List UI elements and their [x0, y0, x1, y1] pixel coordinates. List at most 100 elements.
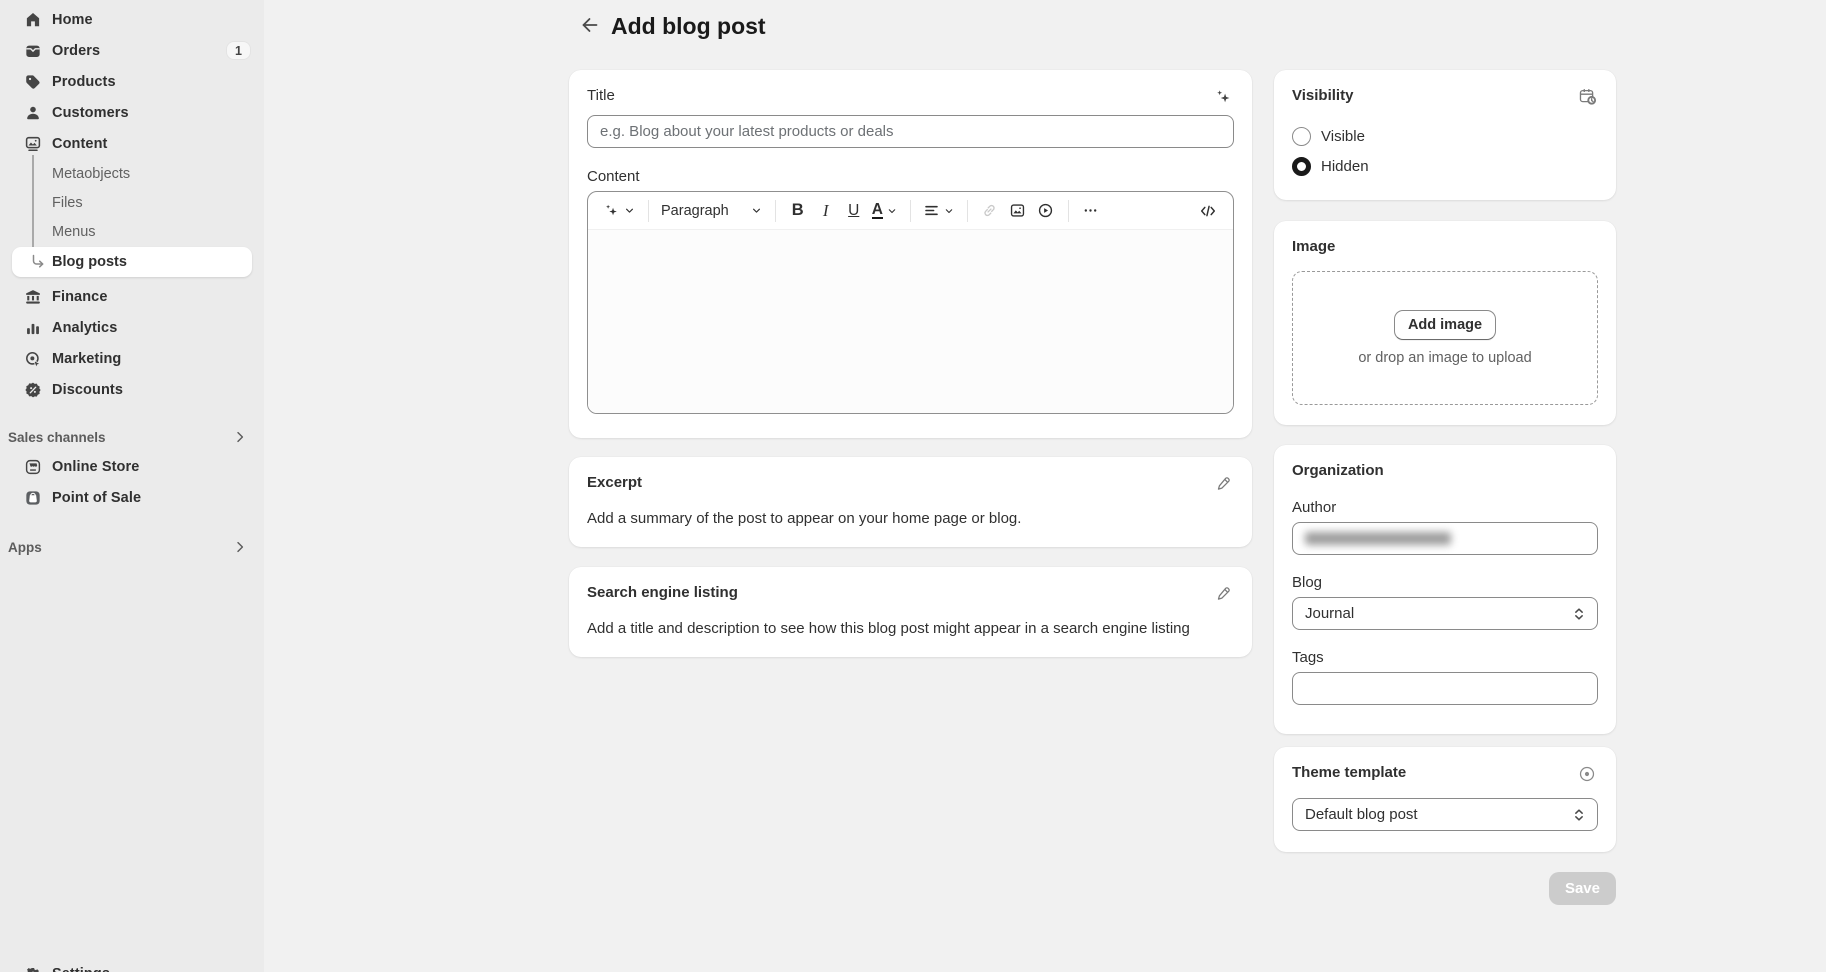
- text-color-button[interactable]: A: [869, 197, 901, 225]
- sales-channels-header[interactable]: Sales channels: [0, 423, 264, 451]
- bold-button[interactable]: B: [785, 197, 811, 225]
- alignment-button[interactable]: [920, 197, 958, 225]
- author-field: Author: [1292, 499, 1598, 555]
- sidebar-item-customers[interactable]: Customers: [0, 97, 264, 128]
- schedule-visibility-button[interactable]: [1576, 87, 1598, 109]
- insert-image-button[interactable]: [1005, 197, 1031, 225]
- radio-checked[interactable]: [1292, 157, 1311, 176]
- sidebar-item-label: Home: [52, 12, 93, 28]
- sidebar-item-discounts[interactable]: Discounts: [0, 374, 264, 405]
- sidebar-item-home[interactable]: Home: [0, 4, 264, 35]
- content-media-icon: [24, 135, 42, 153]
- blog-select[interactable]: Journal: [1292, 597, 1598, 630]
- edit-seo-button[interactable]: [1212, 584, 1234, 606]
- insert-link-button[interactable]: [977, 197, 1003, 225]
- ai-sparkle-icon: [1214, 88, 1232, 109]
- ai-sparkle-icon: [603, 202, 620, 219]
- pencil-icon: [1215, 585, 1232, 605]
- sidebar-item-online-store[interactable]: Online Store: [0, 451, 264, 482]
- paragraph-style-dropdown[interactable]: Paragraph: [658, 197, 766, 225]
- sidebar-item-finance[interactable]: Finance: [0, 281, 264, 312]
- settings-row: Settings: [0, 958, 264, 972]
- italic-button[interactable]: I: [813, 197, 839, 225]
- apps-header[interactable]: Apps: [0, 533, 264, 561]
- visibility-option-visible[interactable]: Visible: [1292, 127, 1598, 146]
- save-button[interactable]: Save: [1549, 872, 1616, 905]
- page-header: Add blog post: [576, 12, 766, 40]
- blog-label: Blog: [1292, 574, 1598, 591]
- sidebar-item-content[interactable]: Content: [0, 128, 264, 159]
- image-card: Image Add image or drop an image to uplo…: [1274, 221, 1616, 425]
- excerpt-description: Add a summary of the post to appear on y…: [587, 509, 1234, 528]
- elbow-arrow-icon: [30, 254, 46, 270]
- ai-assist-button[interactable]: [600, 197, 639, 225]
- customers-icon: [24, 104, 42, 122]
- products-tag-icon: [24, 73, 42, 91]
- title-label: Title: [587, 87, 615, 104]
- sidebar-item-label: Finance: [52, 289, 108, 305]
- tags-label: Tags: [1292, 649, 1598, 666]
- ai-generate-button[interactable]: [1212, 87, 1234, 109]
- calendar-clock-icon: [1578, 87, 1597, 109]
- more-options-button[interactable]: [1078, 197, 1104, 225]
- author-input[interactable]: [1292, 522, 1598, 555]
- finance-bank-icon: [24, 288, 42, 306]
- visibility-options: Visible Hidden: [1292, 127, 1598, 176]
- edit-excerpt-button[interactable]: [1212, 474, 1234, 496]
- preview-template-button[interactable]: [1576, 764, 1598, 786]
- tags-input[interactable]: [1292, 672, 1598, 705]
- back-button[interactable]: [576, 12, 604, 40]
- content-label: Content: [587, 168, 1234, 185]
- discounts-percent-icon: [24, 381, 42, 399]
- visibility-option-hidden[interactable]: Hidden: [1292, 157, 1598, 176]
- shopify-admin-add-blog-post: Home Orders 1 Products Customers: [0, 0, 1826, 972]
- show-html-button[interactable]: [1195, 197, 1221, 225]
- chevron-down-icon: [623, 204, 636, 217]
- underline-button[interactable]: U: [841, 197, 867, 225]
- search-engine-listing-card: Search engine listing Add a title and de…: [569, 567, 1252, 657]
- chevron-down-icon: [886, 205, 898, 217]
- theme-template-card: Theme template Default blog post: [1274, 747, 1616, 852]
- toolbar-divider: [775, 200, 776, 222]
- sidebar-item-marketing[interactable]: Marketing: [0, 343, 264, 374]
- sidebar-item-metaobjects[interactable]: Metaobjects: [0, 159, 264, 188]
- eye-icon: [1578, 765, 1596, 786]
- rich-text-editor: Paragraph B I U A: [587, 191, 1234, 414]
- sidebar-item-settings[interactable]: Settings: [0, 958, 264, 972]
- sidebar-item-menus[interactable]: Menus: [0, 217, 264, 246]
- add-image-button[interactable]: Add image: [1394, 310, 1496, 340]
- excerpt-title: Excerpt: [587, 474, 642, 491]
- insert-video-button[interactable]: [1033, 197, 1059, 225]
- excerpt-card: Excerpt Add a summary of the post to app…: [569, 457, 1252, 547]
- home-icon: [24, 11, 42, 29]
- sidebar-item-files[interactable]: Files: [0, 188, 264, 217]
- editor-toolbar: Paragraph B I U A: [588, 192, 1233, 230]
- online-store-icon: [24, 458, 42, 476]
- chevron-down-icon: [750, 204, 763, 217]
- page-title: Add blog post: [611, 13, 766, 40]
- radio-unchecked[interactable]: [1292, 127, 1311, 146]
- sidebar-item-orders[interactable]: Orders 1: [0, 35, 264, 66]
- content-editor-body[interactable]: [588, 230, 1233, 413]
- point-of-sale-icon: [24, 489, 42, 507]
- ellipsis-icon: [1082, 202, 1099, 219]
- visibility-card: Visibility Visible Hidden: [1274, 70, 1616, 200]
- seo-title: Search engine listing: [587, 584, 738, 601]
- align-left-icon: [923, 202, 940, 219]
- sidebar-item-label: Settings: [52, 966, 110, 972]
- sidebar-item-blog-posts-active[interactable]: Blog posts: [12, 247, 252, 277]
- organization-title: Organization: [1292, 462, 1384, 479]
- text-color-icon: A: [872, 202, 883, 219]
- toolbar-divider: [967, 200, 968, 222]
- title-input[interactable]: [587, 115, 1234, 148]
- main-column: Title Content: [569, 70, 1252, 657]
- theme-template-select[interactable]: Default blog post: [1292, 798, 1598, 831]
- sidebar-item-analytics[interactable]: Analytics: [0, 312, 264, 343]
- blog-field: Blog Journal: [1292, 574, 1598, 630]
- side-column: Visibility Visible Hidden Image: [1274, 70, 1616, 905]
- sidebar-item-label: Online Store: [52, 459, 139, 475]
- image-dropzone[interactable]: Add image or drop an image to upload: [1292, 271, 1598, 405]
- sidebar-item-products[interactable]: Products: [0, 66, 264, 97]
- blog-select-value: Journal: [1305, 605, 1354, 622]
- sidebar-item-point-of-sale[interactable]: Point of Sale: [0, 482, 264, 513]
